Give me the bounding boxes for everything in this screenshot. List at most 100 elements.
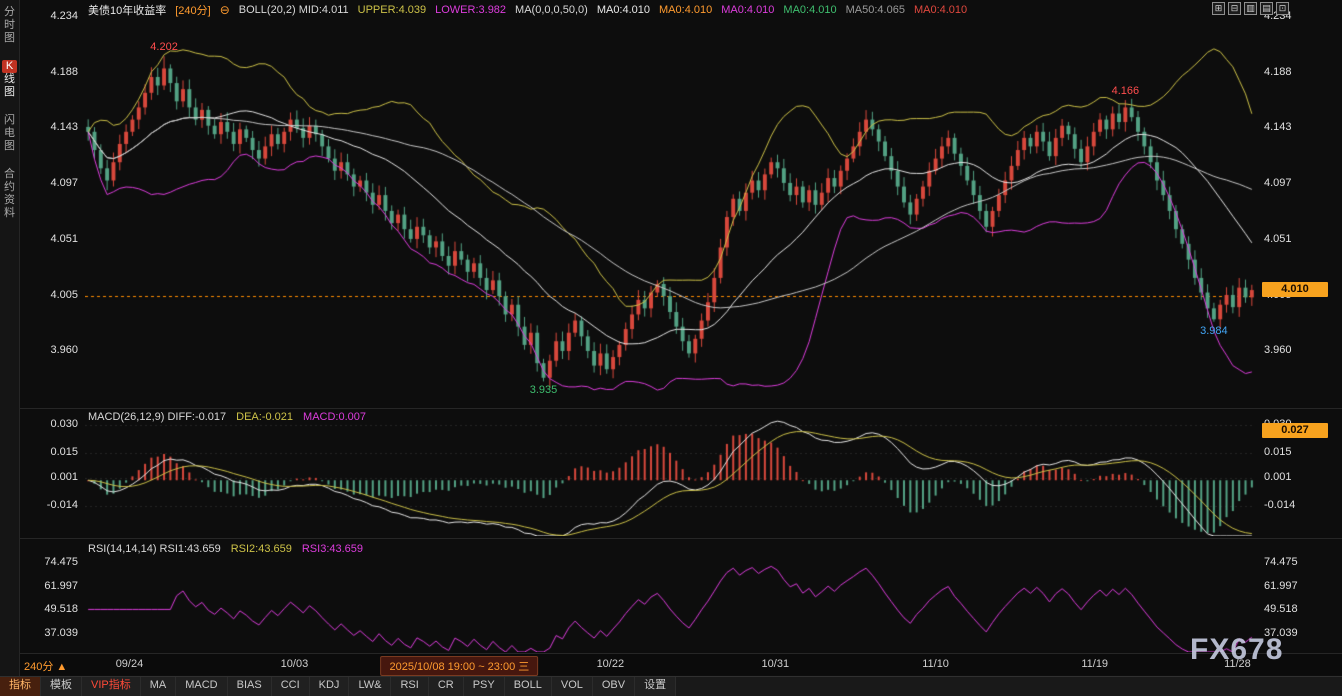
- rsi-tick: 61.997: [1264, 580, 1326, 592]
- main-price-tick: 4.097: [26, 177, 78, 189]
- indicator-token: RSI(14,14,14) RSI1:43.659: [88, 543, 221, 555]
- date-tick: 10/31: [762, 658, 790, 670]
- toolbar-item-CCI[interactable]: CCI: [272, 677, 310, 696]
- collapse-icon[interactable]: ⊖: [220, 3, 230, 17]
- sidebar-item-char: 分: [0, 6, 19, 19]
- window-layout-controls: ⊞⊟▥▤⊡: [1212, 2, 1289, 15]
- rsi-chart-canvas[interactable]: [85, 541, 1255, 652]
- macd-value-tag: 0.027: [1262, 423, 1328, 438]
- main-price-tick: 4.188: [26, 66, 78, 78]
- sidebar-item-contract-info[interactable]: 合约资料: [0, 168, 19, 220]
- macd-header: MACD(26,12,9) DIFF:-0.017 DEA:-0.021 MACD:…: [88, 411, 366, 423]
- price-annotation: 3.984: [1190, 325, 1238, 337]
- sidebar-item-flash-chart[interactable]: 闪电图: [0, 114, 19, 153]
- indicator-token: RSI2:43.659: [231, 543, 292, 555]
- timeframe-label: 240分: [24, 661, 53, 673]
- panel-divider: [0, 538, 1342, 539]
- rsi-tick: 49.518: [26, 603, 78, 615]
- toolbar-item-CR[interactable]: CR: [429, 677, 464, 696]
- window-layout-icon-5[interactable]: ⊡: [1276, 2, 1289, 15]
- date-tick: 11/10: [922, 658, 949, 670]
- sidebar-item-minute-chart[interactable]: 分时图: [0, 6, 19, 45]
- toolbar-item-LW&[interactable]: LW&: [349, 677, 391, 696]
- main-price-tick: 4.234: [26, 10, 78, 22]
- sidebar-item-char: 闪: [0, 114, 19, 127]
- sidebar-item-char: 电: [0, 127, 19, 140]
- symbol-title: 美债10年收益率: [88, 2, 166, 18]
- macd-chart-canvas[interactable]: [85, 412, 1255, 536]
- left-sidebar: 分时图K线图闪电图合约资料: [0, 0, 20, 676]
- window-layout-icon-4[interactable]: ▤: [1260, 2, 1273, 15]
- toolbar-item-模板[interactable]: 模板: [41, 677, 82, 696]
- date-tick: 11/19: [1081, 658, 1108, 670]
- toolbar-item-OBV[interactable]: OBV: [593, 677, 635, 696]
- indicator-token: MA0:4.010: [659, 4, 712, 16]
- macd-tick: 0.001: [26, 471, 78, 483]
- toolbar-item-BIAS[interactable]: BIAS: [228, 677, 272, 696]
- date-tick: 10/22: [597, 658, 625, 670]
- toolbar-item-KDJ[interactable]: KDJ: [310, 677, 350, 696]
- main-price-tick: 4.051: [1264, 233, 1326, 245]
- time-axis: 240分 ▲ 2025/10/08 19:00 ~ 23:00 三 09/24 1…: [0, 654, 1342, 675]
- indicator-token: LOWER:3.982: [435, 4, 506, 16]
- rsi-tick: 61.997: [26, 580, 78, 592]
- price-annotation: 4.202: [140, 41, 188, 53]
- macd-tick: 0.001: [1264, 471, 1326, 483]
- chart-header: 美债10年收益率 [240分] ⊖ BOLL(20,2) MID:4.011UP…: [88, 2, 967, 17]
- main-price-tick: 4.097: [1264, 177, 1326, 189]
- indicator-token: DEA:-0.021: [236, 411, 293, 423]
- trading-app: 分时图K线图闪电图合约资料 美债10年收益率 [240分] ⊖ BOLL(20,…: [0, 0, 1342, 695]
- timeframe-badge: [240分]: [175, 2, 210, 18]
- sidebar-item-char: 合: [0, 168, 19, 181]
- toolbar-item-VOL[interactable]: VOL: [552, 677, 593, 696]
- indicator-token: MACD:0.007: [303, 411, 366, 423]
- toolbar-item-BOLL[interactable]: BOLL: [505, 677, 552, 696]
- hovered-bar-datetime: 2025/10/08 19:00 ~ 23:00 三: [381, 656, 539, 676]
- price-annotation: 4.166: [1101, 85, 1149, 97]
- sidebar-item-char: 图: [0, 140, 19, 153]
- main-chart-canvas[interactable]: [85, 10, 1255, 407]
- toolbar-item-MACD[interactable]: MACD: [176, 677, 227, 696]
- main-price-tick: 3.960: [1264, 344, 1326, 356]
- rsi-header: RSI(14,14,14) RSI1:43.659 RSI2:43.659 RSI3…: [88, 543, 363, 555]
- toolbar-item-VIP指标[interactable]: VIP指标: [82, 677, 141, 696]
- main-price-tick: 4.188: [1264, 66, 1326, 78]
- indicator-token: UPPER:4.039: [358, 4, 426, 16]
- sidebar-item-char: 线: [0, 73, 19, 86]
- indicator-readout: BOLL(20,2) MID:4.011UPPER:4.039LOWER:3.9…: [239, 4, 967, 16]
- macd-tick: -0.014: [26, 499, 78, 511]
- window-layout-icon-2[interactable]: ⊟: [1228, 2, 1241, 15]
- rsi-tick: 49.518: [1264, 603, 1326, 615]
- toolbar-item-指标[interactable]: 指标: [0, 677, 41, 696]
- indicator-token: RSI3:43.659: [302, 543, 363, 555]
- macd-tick: 0.015: [26, 446, 78, 458]
- watermark-logo: FX678: [1190, 633, 1283, 667]
- main-price-tick: 4.051: [26, 233, 78, 245]
- date-tick: 09/24: [116, 658, 144, 670]
- main-price-tick: 3.960: [26, 344, 78, 356]
- sidebar-item-char: 约: [0, 181, 19, 194]
- toolbar-item-设置[interactable]: 设置: [635, 677, 676, 696]
- indicator-token: MACD(26,12,9) DIFF:-0.017: [88, 411, 226, 423]
- price-annotation: 3.935: [520, 384, 568, 396]
- toolbar-item-MA[interactable]: MA: [141, 677, 177, 696]
- indicator-token: MA0:4.010: [721, 4, 774, 16]
- indicator-token: MA0:4.010: [783, 4, 836, 16]
- main-price-tick: 4.143: [1264, 121, 1326, 133]
- sidebar-item-char: 图: [0, 32, 19, 45]
- window-layout-icon-1[interactable]: ⊞: [1212, 2, 1225, 15]
- indicator-token: MA0:4.010: [914, 4, 967, 16]
- window-layout-icon-3[interactable]: ▥: [1244, 2, 1257, 15]
- rsi-tick: 74.475: [1264, 556, 1326, 568]
- indicator-token: MA50:4.065: [846, 4, 905, 16]
- rsi-tick: 74.475: [26, 556, 78, 568]
- macd-tick: 0.030: [26, 418, 78, 430]
- sidebar-item-kline-chart[interactable]: K线图: [0, 60, 19, 99]
- last-price-tag: 4.010: [1262, 282, 1328, 297]
- macd-tick: 0.015: [1264, 446, 1326, 458]
- sidebar-item-char: 料: [0, 207, 19, 220]
- timeframe-selector[interactable]: 240分 ▲: [24, 658, 67, 674]
- toolbar-item-RSI[interactable]: RSI: [391, 677, 428, 696]
- toolbar-item-PSY[interactable]: PSY: [464, 677, 505, 696]
- indicator-token: MA(0,0,0,50,0): [515, 4, 588, 16]
